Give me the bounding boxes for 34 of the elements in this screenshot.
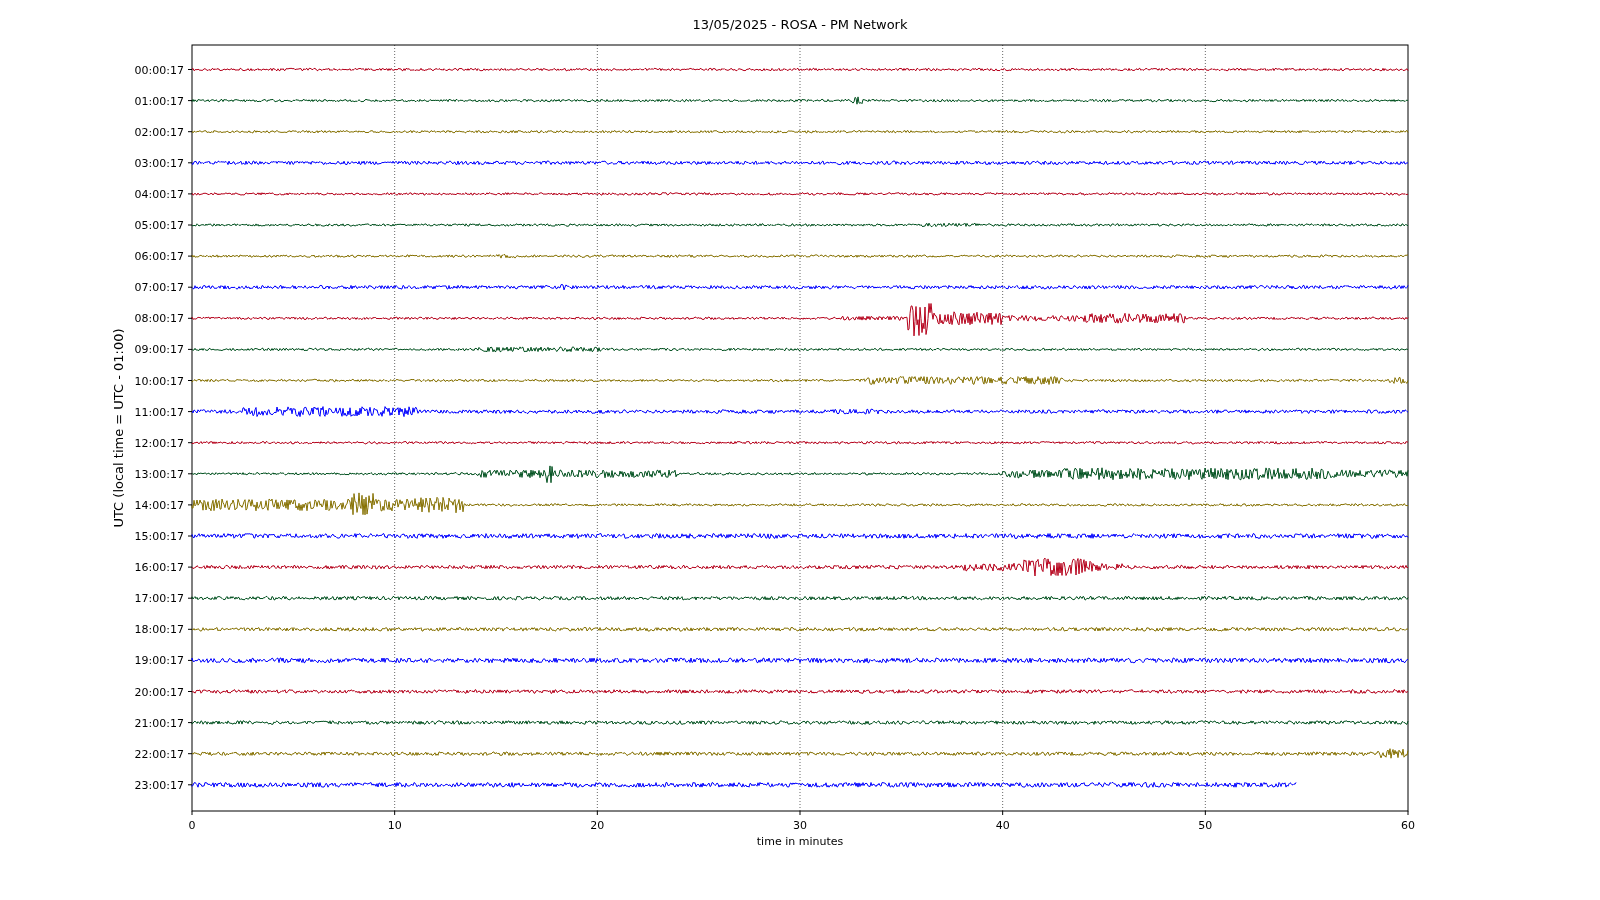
time-label: 20:00:17	[134, 685, 184, 699]
time-label: 03:00:17	[134, 156, 184, 170]
axis-tick-label: 40	[995, 819, 1010, 832]
axis-tick-label: 0	[188, 819, 196, 832]
time-label: 13:00:17	[134, 467, 184, 481]
chart-title: 13/05/2025 - ROSA - PM Network	[692, 17, 908, 32]
time-label: 06:00:17	[134, 250, 184, 264]
time-label: 02:00:17	[134, 125, 184, 139]
time-label: 12:00:17	[134, 436, 184, 450]
time-label: 14:00:17	[134, 498, 184, 512]
time-label: 08:00:17	[134, 312, 184, 326]
time-label: 00:00:17	[134, 63, 184, 77]
time-label: 11:00:17	[134, 405, 184, 419]
y-axis-label: UTC (local time = UTC - 01:00)	[111, 328, 126, 528]
time-label: 04:00:17	[134, 187, 184, 201]
time-label: 17:00:17	[134, 592, 184, 606]
time-label: 01:00:17	[134, 94, 184, 108]
time-label: 15:00:17	[134, 530, 184, 543]
axis-tick-label: 30	[793, 819, 807, 832]
time-label: 19:00:17	[134, 654, 184, 668]
axis-tick-label: 10	[387, 819, 402, 832]
time-label: 09:00:17	[134, 343, 184, 357]
time-label: 10:00:17	[134, 374, 184, 388]
time-label: 05:00:17	[134, 219, 184, 232]
axis-tick-label: 60	[1401, 819, 1415, 832]
time-label: 23:00:17	[134, 778, 184, 792]
x-axis-label: time in minutes	[756, 835, 844, 848]
time-label: 16:00:17	[134, 561, 184, 575]
axis-tick-label: 50	[1198, 819, 1213, 832]
time-label: 21:00:17	[134, 716, 184, 730]
time-label: 22:00:17	[134, 747, 184, 761]
time-label: 18:00:17	[134, 623, 184, 637]
axis-tick-label: 20	[590, 819, 605, 832]
time-label: 07:00:17	[134, 281, 184, 295]
